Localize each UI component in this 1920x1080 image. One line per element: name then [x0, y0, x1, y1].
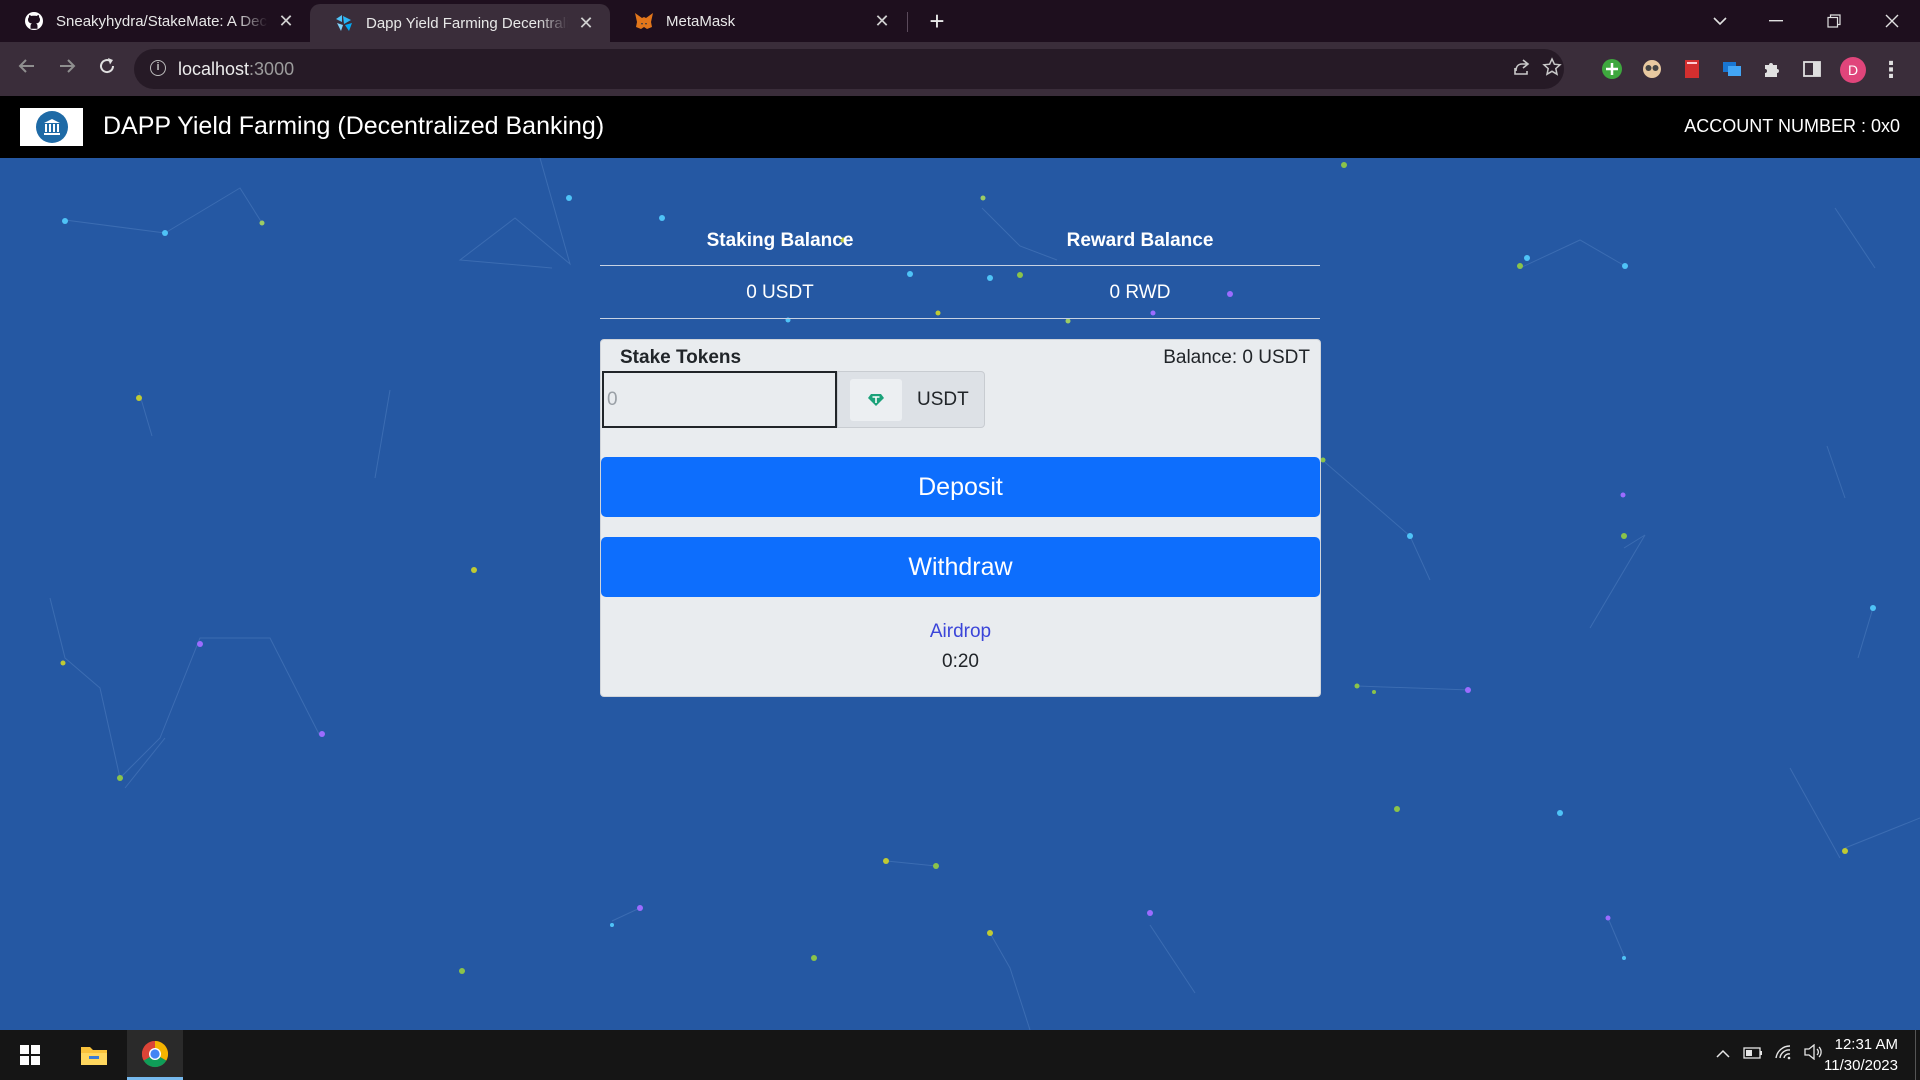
site-info-icon[interactable]: i	[150, 60, 166, 76]
token-label: USDT	[917, 388, 969, 410]
show-hidden-icons-icon[interactable]	[1712, 1044, 1734, 1066]
tab-github[interactable]: Sneakyhydra/StakeMate: A Decentralized S…	[0, 0, 310, 42]
wallet-balance: Balance: 0 USDT	[1163, 347, 1310, 368]
app-logo[interactable]	[20, 108, 83, 146]
balance-table-header: Staking Balance Reward Balance	[600, 212, 1320, 266]
reload-icon[interactable]	[92, 54, 122, 84]
wifi-icon[interactable]	[1772, 1044, 1794, 1066]
airdrop-link[interactable]: Airdrop	[601, 621, 1320, 643]
minimize-icon[interactable]	[1748, 0, 1804, 42]
bookmark-star-icon[interactable]	[1540, 57, 1564, 81]
close-window-icon[interactable]	[1864, 0, 1920, 42]
tab-search-chevron-icon[interactable]	[1692, 0, 1748, 42]
windows-start-icon[interactable]	[2, 1030, 58, 1080]
dapp-logo-icon	[334, 13, 354, 33]
extension-blue-windows-icon[interactable]	[1720, 57, 1744, 81]
tab-separator	[907, 12, 908, 32]
clock-date: 11/30/2023	[1824, 1057, 1898, 1074]
balance-table-row: 0 USDT 0 RWD	[600, 266, 1320, 319]
balance-table: Staking Balance Reward Balance 0 USDT 0 …	[600, 212, 1320, 319]
chrome-taskbar-icon[interactable]	[127, 1030, 183, 1080]
address-url[interactable]: localhost:3000	[178, 59, 294, 80]
bank-icon	[35, 111, 68, 143]
tab-title: Sneakyhydra/StakeMate: A Decentralized S…	[56, 12, 268, 30]
app-title: DAPP Yield Farming (Decentralized Bankin…	[103, 112, 605, 140]
staking-balance-header: Staking Balance	[706, 230, 854, 251]
withdraw-button[interactable]: Withdraw	[601, 537, 1320, 597]
show-desktop-button[interactable]	[1915, 1030, 1920, 1080]
close-icon[interactable]: ✕	[576, 13, 596, 34]
reward-balance-header: Reward Balance	[1066, 230, 1214, 251]
account-number: ACCOUNT NUMBER : 0x0	[1684, 116, 1900, 136]
forward-icon[interactable]	[52, 54, 82, 84]
reward-balance-value: 0 RWD	[1109, 282, 1171, 303]
staking-balance-value: 0 USDT	[746, 282, 814, 303]
extensions-puzzle-icon[interactable]	[1760, 57, 1784, 81]
github-icon	[24, 11, 44, 31]
back-icon[interactable]	[12, 54, 42, 84]
new-tab-button[interactable]: +	[922, 6, 952, 36]
metamask-fox-icon	[634, 11, 654, 31]
tab-dapp[interactable]: Dapp Yield Farming Decentralized Banking…	[310, 4, 610, 42]
address-bar[interactable]: i localhost:3000	[134, 49, 1564, 89]
restore-icon[interactable]	[1806, 0, 1862, 42]
browser-menu-icon[interactable]: ⋮	[1880, 56, 1902, 84]
extension-red-book-icon[interactable]	[1680, 57, 1704, 81]
side-panel-icon[interactable]	[1800, 57, 1824, 81]
stake-tokens-label: Stake Tokens	[620, 347, 742, 368]
tether-icon	[850, 378, 902, 421]
tab-metamask[interactable]: MetaMask ✕	[610, 0, 906, 42]
battery-icon[interactable]	[1742, 1044, 1764, 1066]
app-navbar: DAPP Yield Farming (Decentralized Bankin…	[0, 96, 1920, 158]
airdrop-timer: 0:20	[942, 651, 979, 672]
close-icon[interactable]: ✕	[276, 11, 296, 32]
tab-title: MetaMask	[666, 12, 736, 30]
stake-card: Stake Tokens Balance: 0 USDT USDT Deposi…	[600, 339, 1321, 697]
extension-green-icon[interactable]	[1600, 57, 1624, 81]
browser-tab-strip: Sneakyhydra/StakeMate: A Decentralized S…	[0, 0, 1920, 42]
system-clock[interactable]: 12:31 AM 11/30/2023	[1824, 1034, 1898, 1076]
extension-mask-icon[interactable]	[1640, 57, 1664, 81]
clock-time: 12:31 AM	[1834, 1036, 1898, 1053]
close-icon[interactable]: ✕	[872, 11, 892, 32]
volume-icon[interactable]	[1802, 1043, 1824, 1066]
profile-avatar[interactable]: D	[1840, 57, 1866, 83]
file-explorer-icon[interactable]	[66, 1030, 122, 1080]
token-addon: USDT	[837, 371, 985, 428]
stake-amount-input[interactable]	[602, 371, 837, 428]
os-taskbar: 12:31 AM 11/30/2023	[0, 1030, 1920, 1080]
deposit-button[interactable]: Deposit	[601, 457, 1320, 517]
browser-toolbar: i localhost:3000 D ⋮	[0, 42, 1920, 96]
tab-title: Dapp Yield Farming Decentralized Banking	[366, 14, 568, 32]
share-icon[interactable]	[1510, 57, 1534, 81]
